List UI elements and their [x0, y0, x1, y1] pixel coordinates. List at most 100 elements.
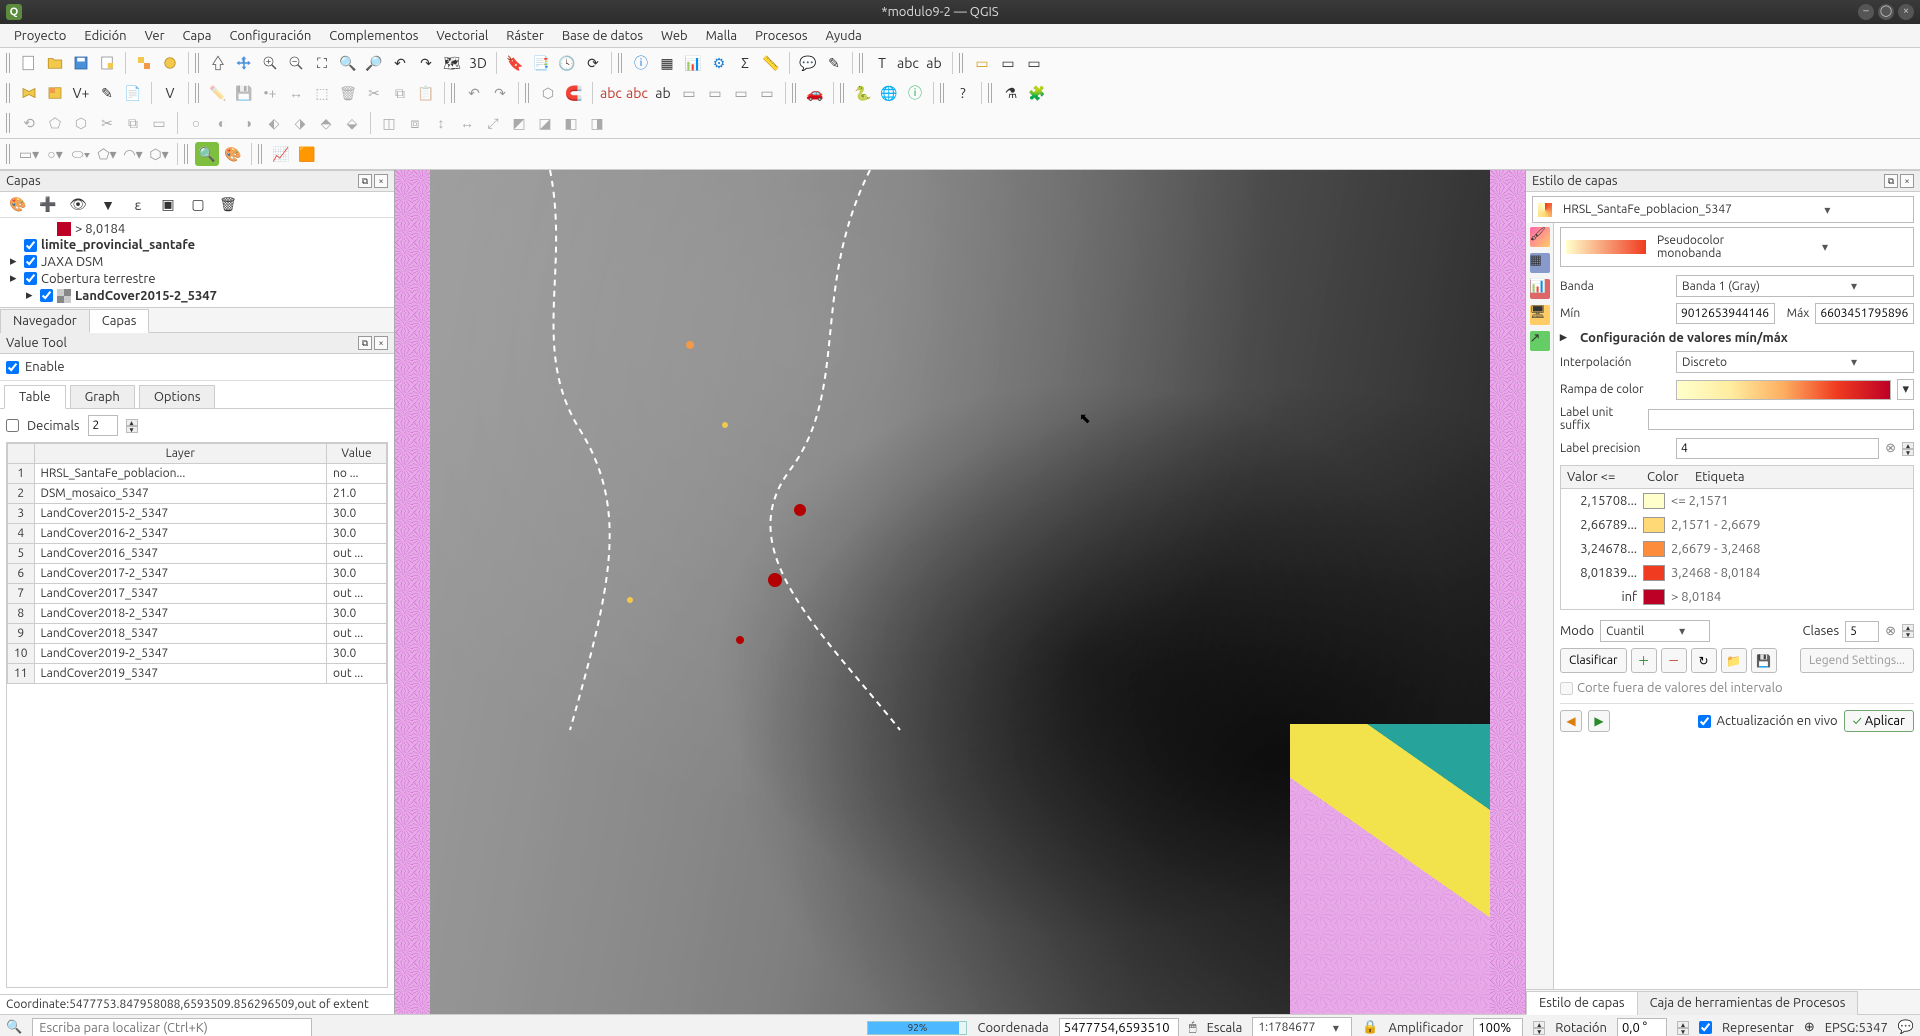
layers-tree[interactable]: > 8,0184limite_provincial_santafe▸JAXA D…	[0, 218, 394, 307]
mag-up-icon[interactable]: ▴	[1533, 1021, 1545, 1028]
layer-collapse-icon[interactable]: ▢	[186, 193, 210, 217]
adv-d22-icon[interactable]: ◨	[585, 111, 609, 135]
shape-ellipse-icon[interactable]: ⬭▾	[69, 142, 93, 166]
new-shapefile-icon[interactable]: 📄	[121, 81, 145, 105]
table-row[interactable]: 1HRSL_SantaFe_poblacion...no ...	[8, 464, 387, 484]
valuetool-icon[interactable]: 🔍	[195, 142, 219, 166]
shape-arc-icon[interactable]: ◠▾	[121, 142, 145, 166]
vt-dec-up-icon[interactable]: ▴	[126, 419, 138, 426]
layer-expr-icon[interactable]: ε	[126, 193, 150, 217]
class-table[interactable]: Valor <= Color Etiqueta 2,15708...<= 2,1…	[1560, 465, 1914, 610]
adv-d7-icon[interactable]: ○	[184, 111, 208, 135]
help-icon[interactable]: ?	[951, 81, 975, 105]
paste-icon[interactable]: 📋	[414, 81, 438, 105]
new-3d-view-icon[interactable]: 3D	[466, 51, 490, 75]
class-swatch[interactable]	[1643, 565, 1665, 581]
new-map-view-icon[interactable]: 🗺	[440, 51, 464, 75]
zoom-selection-icon[interactable]: 🔍	[336, 51, 360, 75]
layout-manager-icon[interactable]	[132, 51, 156, 75]
band-select[interactable]: Banda 1 (Gray)▾	[1676, 275, 1914, 297]
menu-edicion[interactable]: Edición	[76, 27, 134, 45]
cut-icon[interactable]: ✂	[362, 81, 386, 105]
layer-row[interactable]: limite_provincial_santafe	[6, 237, 388, 253]
menu-ayuda[interactable]: Ayuda	[817, 27, 869, 45]
expand-icon[interactable]: ▸	[10, 271, 20, 286]
style-undock-icon[interactable]: ⧉	[1884, 174, 1898, 188]
adv-d20-icon[interactable]: ◪	[533, 111, 557, 135]
shape-poly-icon[interactable]: ⬠▾	[95, 142, 119, 166]
digitize-icon[interactable]: ⬡	[536, 81, 560, 105]
clear-icon[interactable]: ⊗	[1885, 441, 1896, 456]
label-move-icon[interactable]: abc	[599, 81, 623, 105]
osm-icon[interactable]: 🌐	[877, 81, 901, 105]
menu-procesos[interactable]: Procesos	[747, 27, 815, 45]
coord-input[interactable]	[1059, 1018, 1179, 1036]
temporal-icon[interactable]: 🕓	[555, 51, 579, 75]
diagram3-icon[interactable]: ▭	[729, 81, 753, 105]
zoom-full-icon[interactable]: ⛶	[310, 51, 334, 75]
new-vector-icon[interactable]: V+	[69, 81, 93, 105]
layer-row[interactable]: ▸JAXA DSM	[6, 253, 388, 270]
adv-d11-icon[interactable]: ⬗	[288, 111, 312, 135]
menu-raster[interactable]: Ráster	[498, 27, 552, 45]
symbology-icon[interactable]: 🖌	[1530, 227, 1550, 247]
layer-remove-icon[interactable]: 🗑	[216, 193, 240, 217]
minimize-button[interactable]: –	[1858, 4, 1874, 20]
table-row[interactable]: 11LandCover2019_5347out ...	[8, 664, 387, 684]
select-all-icon[interactable]: ▭	[1022, 51, 1046, 75]
menu-ver[interactable]: Ver	[137, 27, 173, 45]
info-icon[interactable]: ⓘ	[903, 81, 927, 105]
diagram2-icon[interactable]: ▭	[703, 81, 727, 105]
vt-dec-down-icon[interactable]: ▾	[126, 426, 138, 433]
prec-up-icon[interactable]: ▴	[1902, 442, 1914, 449]
class-load-icon[interactable]: ↻	[1691, 648, 1717, 673]
ors-icon[interactable]: 🚗	[803, 81, 827, 105]
new-bookmark-icon[interactable]: 🔖	[503, 51, 527, 75]
text-annotation-icon[interactable]: T	[870, 51, 894, 75]
vt-enable-checkbox[interactable]	[6, 361, 19, 374]
shape-rect-icon[interactable]: ▭▾	[17, 142, 41, 166]
style-close-icon[interactable]: ×	[1900, 174, 1914, 188]
class-remove-icon[interactable]: －	[1661, 648, 1687, 673]
layer-row[interactable]: > 8,0184	[6, 221, 388, 237]
add-raster-icon[interactable]	[43, 81, 67, 105]
rendering-icon[interactable]: 🖥	[1530, 305, 1550, 325]
move-feature-icon[interactable]: ↔	[284, 81, 308, 105]
table-row[interactable]: 4LandCover2016-2_534730.0	[8, 524, 387, 544]
minmax-cfg-label[interactable]: Configuración de valores mín/máx	[1580, 331, 1788, 345]
adv-d15-icon[interactable]: ⧈	[403, 111, 427, 135]
panel-undock-icon[interactable]: ⧉	[358, 174, 372, 188]
deselect-icon[interactable]: ▭	[996, 51, 1020, 75]
locator-input[interactable]	[32, 1018, 312, 1036]
layer-visibility-checkbox[interactable]	[24, 255, 37, 268]
vt-decimals-checkbox[interactable]	[6, 419, 19, 432]
add-vector-icon[interactable]	[17, 81, 41, 105]
map-canvas[interactable]: ⬉	[395, 170, 1525, 1014]
tab-estilo[interactable]: Estilo de capas	[1526, 991, 1638, 1015]
expand-icon[interactable]: ▸	[10, 254, 20, 269]
layer-filter-icon[interactable]: ▼	[96, 193, 120, 217]
layer-add-group-icon[interactable]: ➕	[36, 193, 60, 217]
python-icon[interactable]: 🐍	[851, 81, 875, 105]
profile-icon[interactable]: 📈	[269, 142, 293, 166]
map-tips-icon[interactable]: 💬	[796, 51, 820, 75]
zoom-layer-icon[interactable]: 🔎	[362, 51, 386, 75]
vt-tab-table[interactable]: Table	[4, 385, 66, 409]
expand-icon[interactable]: ▸	[1560, 330, 1574, 345]
adv-d10-icon[interactable]: ⬖	[262, 111, 286, 135]
refresh-icon[interactable]: ⟳	[581, 51, 605, 75]
snap-icon[interactable]: 🧲	[562, 81, 586, 105]
prec-down-icon[interactable]: ▾	[1902, 449, 1914, 456]
style-manager-icon[interactable]	[158, 51, 182, 75]
extents-icon[interactable]: 🖱	[1189, 1020, 1197, 1035]
tab-procesos[interactable]: Caja de herramientas de Procesos	[1637, 991, 1859, 1015]
style-layer-select[interactable]: HRSL_SantaFe_poblacion_5347 ▾	[1532, 196, 1914, 223]
ramp-dd-icon[interactable]: ▾	[1897, 379, 1914, 400]
lock-icon[interactable]: 🔒	[1362, 1020, 1378, 1035]
plugin1-icon[interactable]: ⚗	[999, 81, 1023, 105]
max-input[interactable]	[1815, 303, 1914, 324]
class-row[interactable]: 2,15708...<= 2,1571	[1561, 489, 1913, 513]
adv-digitize2-icon[interactable]: ⬠	[43, 111, 67, 135]
zoom-in-icon[interactable]	[258, 51, 282, 75]
diagram-icon[interactable]: ▭	[677, 81, 701, 105]
